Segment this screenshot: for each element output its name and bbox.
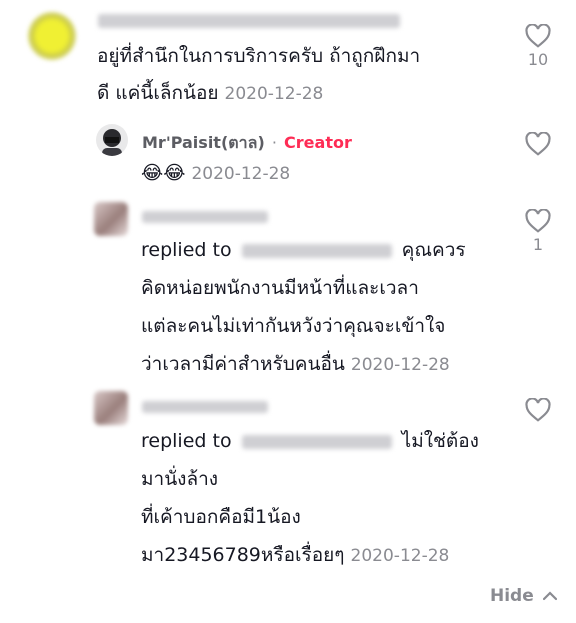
username-blurred[interactable] xyxy=(98,14,400,28)
heart-icon xyxy=(525,131,551,156)
reply-text: คุณควร xyxy=(401,239,466,261)
creator-badge: Creator xyxy=(284,133,352,152)
creator-reply-text: 😂😂 2020-12-28 xyxy=(141,154,290,193)
username-blurred[interactable] xyxy=(142,211,268,223)
like-button[interactable] xyxy=(525,23,551,52)
reply-text-line-2: มานั่งล้าง xyxy=(141,468,219,490)
reply-text-line-4: มา23456789หรือเรื่อยๆ 2020-12-28 xyxy=(141,536,449,575)
comment-text-line-2: ดี แค่นี้เล็กน้อย 2020-12-28 xyxy=(97,74,323,113)
reply-date: 2020-12-28 xyxy=(350,546,450,566)
separator-dot: · xyxy=(271,133,277,152)
reply-text: ว่าเวลามีค่าสำหรับคนอื่น xyxy=(141,353,345,375)
heart-icon xyxy=(525,397,551,422)
reply-text-line-1: replied to ไม่ใช่ต้อง xyxy=(141,422,479,460)
hide-label: Hide xyxy=(490,586,534,606)
reply-text-line-3: แต่ละคนไม่เท่ากันหวังว่าคุณจะเข้าใจ xyxy=(141,315,446,337)
heart-icon xyxy=(525,208,551,233)
like-button[interactable] xyxy=(525,397,551,426)
creator-username[interactable]: Mr'Paisit(ตาล) xyxy=(142,133,265,152)
like-button[interactable] xyxy=(525,131,551,160)
avatar-replier[interactable] xyxy=(94,202,128,236)
mention-blurred[interactable] xyxy=(241,434,392,449)
username-blurred[interactable] xyxy=(142,401,268,413)
like-count: 10 xyxy=(527,50,549,69)
reply-text: ไม่ใช่ต้อง xyxy=(401,430,479,452)
reply-text-line-2: คิดหน่อยพนักงานมีหน้าที่และเวลา xyxy=(141,277,419,299)
avatar-replier[interactable] xyxy=(94,391,128,425)
emoji-text: 😂😂 xyxy=(141,162,186,184)
like-button[interactable] xyxy=(525,208,551,237)
like-count: 1 xyxy=(532,235,544,254)
reply-text: มา23456789หรือเรื่อยๆ xyxy=(141,544,345,566)
avatar-creator[interactable] xyxy=(96,124,128,156)
comment-date: 2020-12-28 xyxy=(224,84,324,104)
chevron-up-icon xyxy=(542,591,557,601)
reply-text-line-3: ที่เค้าบอกคือมี1น้อง xyxy=(141,506,301,528)
avatar-commenter[interactable] xyxy=(28,12,76,60)
mention-blurred[interactable] xyxy=(241,243,392,258)
heart-icon xyxy=(525,23,551,48)
hide-replies-button[interactable]: Hide xyxy=(490,586,557,606)
reply-text-line-4: ว่าเวลามีค่าสำหรับคนอื่น 2020-12-28 xyxy=(141,345,450,384)
replied-to-label: replied to xyxy=(141,430,232,452)
creator-header: Mr'Paisit(ตาล) · Creator xyxy=(142,131,352,156)
creator-avatar-image xyxy=(102,129,122,156)
reply-text-line-1: replied to คุณควร xyxy=(141,231,466,269)
replied-to-label: replied to xyxy=(141,239,232,261)
comment-text: ดี แค่นี้เล็กน้อย xyxy=(97,82,219,104)
reply-date: 2020-12-28 xyxy=(191,164,291,184)
comment-text-line-1: อยู่ที่สำนึกในการบริการครับ ถ้าถูกฝึกมา xyxy=(97,45,421,67)
reply-date: 2020-12-28 xyxy=(350,355,450,375)
